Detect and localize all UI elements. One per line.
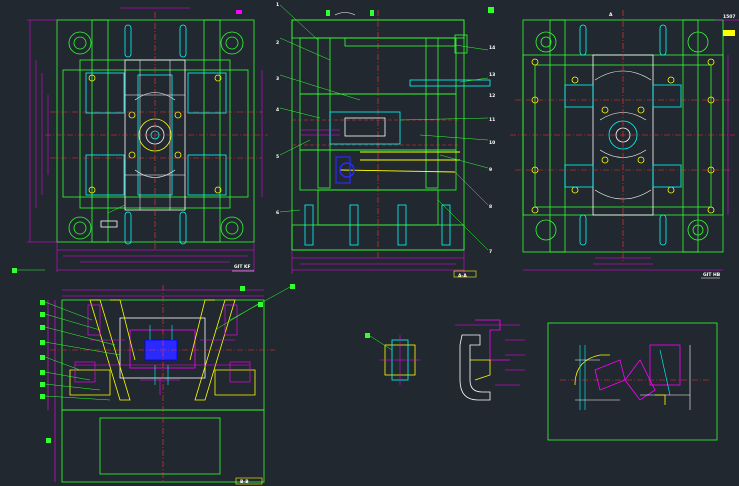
svg-text:9: 9 xyxy=(489,167,492,173)
svg-text:1: 1 xyxy=(276,2,279,8)
section-top-marker xyxy=(326,10,330,16)
svg-text:3: 3 xyxy=(276,76,279,82)
small-part-tag xyxy=(365,333,370,338)
svg-text:7: 7 xyxy=(489,249,492,255)
top-view-title: GIT KF xyxy=(234,264,251,270)
svg-text:12: 12 xyxy=(489,93,495,99)
bottom-view-title: GIT HB xyxy=(703,272,721,278)
svg-text:10: 10 xyxy=(489,140,495,146)
svg-text:5: 5 xyxy=(276,154,279,160)
svg-text:14: 14 xyxy=(489,45,495,51)
corner-tag: 1507 xyxy=(723,14,736,20)
section-top-marker-2 xyxy=(370,10,374,16)
svg-text:13: 13 xyxy=(489,72,495,78)
svg-text:8: 8 xyxy=(489,204,492,210)
section-title: A-A xyxy=(458,273,467,279)
svg-text:4: 4 xyxy=(276,107,279,113)
section-tag-marker xyxy=(488,7,494,13)
cad-drawing-canvas[interactable]: GIT KF 1 2 3 4 5 6 7 8 9 10 11 12 13 14 … xyxy=(0,0,739,486)
svg-text:2: 2 xyxy=(276,40,279,46)
section-arrow-label: A xyxy=(609,12,613,18)
corner-tag-box xyxy=(723,30,735,36)
svg-text:6: 6 xyxy=(276,210,279,216)
svg-text:11: 11 xyxy=(489,117,495,123)
